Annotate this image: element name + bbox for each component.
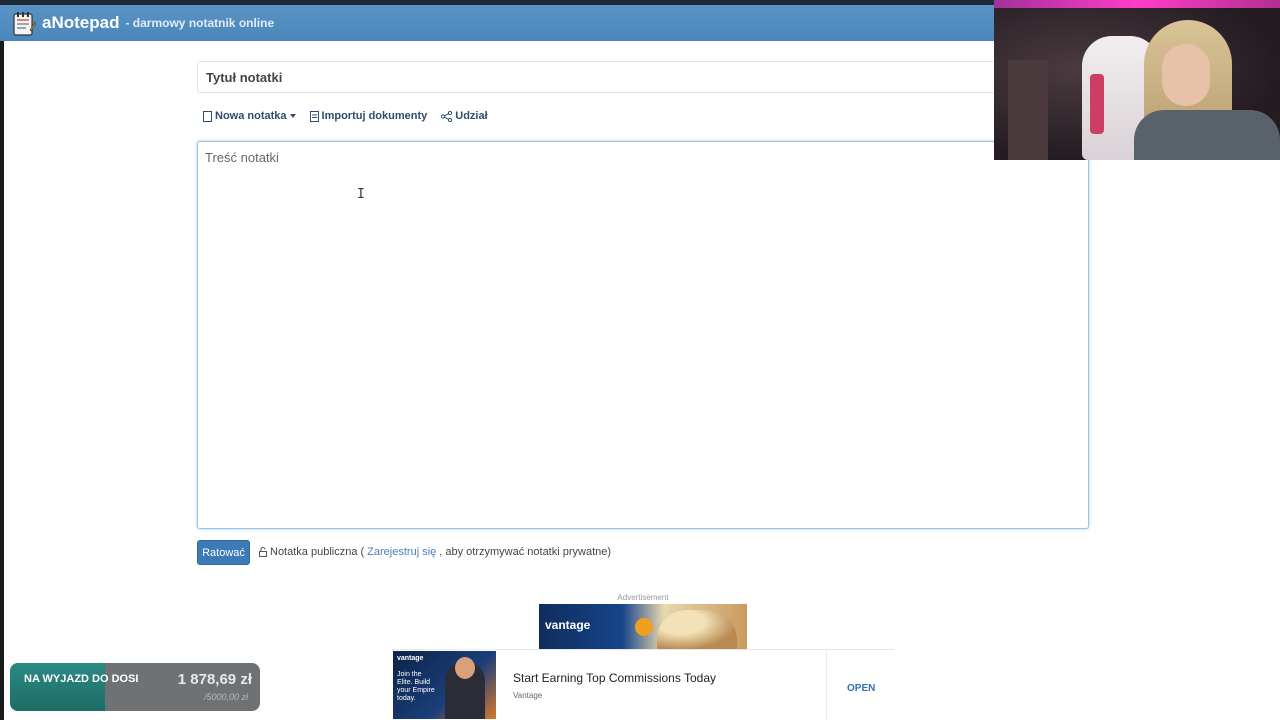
webcam-person-face xyxy=(1162,44,1210,106)
register-link[interactable]: Zarejestruj się xyxy=(367,546,436,558)
share-label: Udział xyxy=(455,110,488,122)
donation-progress-fill xyxy=(10,663,105,711)
webcam-neon-light xyxy=(994,0,1280,8)
webcam-door xyxy=(1008,60,1048,160)
ad-thumb-text: Join the Elite. Build your Empire today. xyxy=(397,671,435,702)
donation-goal: /5000,00 zł xyxy=(203,692,248,702)
share-button[interactable]: Udział xyxy=(441,110,488,122)
ad-divider xyxy=(826,650,827,720)
import-documents-button[interactable]: Importuj dokumenty xyxy=(309,110,428,122)
ad-advertiser: Vantage xyxy=(513,691,543,700)
webcam-chair-stripe xyxy=(1090,74,1104,134)
ad-banner-photo xyxy=(657,610,737,649)
ad-banner-brand: vantage xyxy=(545,618,591,632)
document-icon xyxy=(309,110,319,122)
left-edge-strip xyxy=(0,41,4,720)
note-title-input[interactable] xyxy=(197,61,1089,93)
ad-thumbnail[interactable]: vantage Join the Elite. Build your Empir… xyxy=(393,651,496,719)
public-note-prefix: Notatka publiczna ( xyxy=(270,546,365,558)
ad-open-button[interactable]: OPEN xyxy=(847,683,875,694)
ad-banner[interactable]: vantage xyxy=(539,604,747,649)
text-cursor-icon: I xyxy=(357,187,365,202)
ad-thumb-brand: vantage xyxy=(397,655,424,662)
document-icon xyxy=(203,110,212,122)
brand[interactable]: aNotepad - darmowy notatnik online xyxy=(12,10,274,36)
notepad-icon xyxy=(13,12,36,36)
ad-headline[interactable]: Start Earning Top Commissions Today xyxy=(513,671,716,685)
public-note-suffix: , aby otrzymywać notatki prywatne) xyxy=(439,546,612,558)
brand-tagline: - darmowy notatnik online xyxy=(125,16,275,30)
donation-goal-overlay: NA WYJAZD DO DOSI 1 878,69 zł /5000,00 z… xyxy=(10,663,260,711)
donation-label: NA WYJAZD DO DOSI xyxy=(24,673,139,685)
brand-name: aNotepad xyxy=(42,13,120,32)
donation-amount: 1 878,69 zł xyxy=(177,671,252,688)
webcam-person-sweater xyxy=(1134,110,1280,160)
advertisement-label: Advertisement xyxy=(617,593,669,602)
unlock-icon xyxy=(259,547,267,557)
public-note-info: Notatka publiczna ( Zarejestruj się , ab… xyxy=(259,546,611,558)
new-note-label: Nowa notatka xyxy=(215,110,287,122)
new-note-dropdown[interactable]: Nowa notatka xyxy=(203,110,296,122)
webcam-overlay xyxy=(994,0,1280,160)
save-button[interactable]: Ratować xyxy=(197,540,250,565)
coin-image xyxy=(635,618,653,636)
note-content-textarea[interactable] xyxy=(197,141,1089,529)
note-toolbar: Nowa notatka Importuj dokumenty Udział xyxy=(203,110,502,122)
import-label: Importuj dokumenty xyxy=(321,110,428,122)
share-icon xyxy=(441,110,453,122)
ad-native-card[interactable]: vantage Join the Elite. Build your Empir… xyxy=(392,649,894,720)
caret-down-icon xyxy=(289,114,296,118)
ad-thumb-face xyxy=(455,657,475,679)
